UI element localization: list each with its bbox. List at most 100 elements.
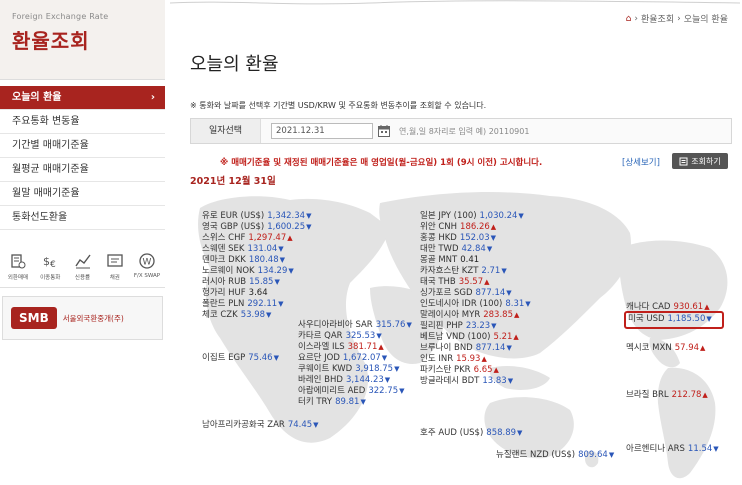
rate-value: 15.85: [249, 277, 274, 287]
down-arrow-icon: ▼: [518, 212, 524, 220]
down-arrow-icon: ▼: [517, 429, 523, 437]
breadcrumb-item[interactable]: 환율조회: [641, 12, 674, 25]
smb-banner[interactable]: SMB 서울외국환중개(주): [2, 296, 163, 340]
rate-thb[interactable]: 태국 THB 35.57▲: [420, 277, 490, 288]
rate-idr[interactable]: 인도네시아 IDR (100) 8.31▼: [420, 299, 531, 310]
rate-bnd[interactable]: 브루나이 BND 877.14▼: [420, 343, 512, 354]
quick-fx-swap[interactable]: W F/X SWAP: [132, 252, 162, 281]
up-arrow-icon: ▲: [513, 311, 520, 319]
rate-eur[interactable]: 유로 EUR (US$) 1,342.34▼: [202, 211, 311, 222]
rate-pkr[interactable]: 파키스탄 PKR 6.65▲: [420, 365, 499, 376]
rate-sek[interactable]: 스웨덴 SEK 131.04▼: [202, 244, 284, 255]
rate-zar[interactable]: 남아프리카공화국 ZAR 74.45▼: [202, 420, 319, 431]
rate-ils[interactable]: 이스라엘 ILS 381.71▲: [298, 342, 384, 353]
rate-value: 325.53: [345, 331, 376, 341]
rate-aed[interactable]: 아랍에미리트 AED 322.75▼: [298, 386, 405, 397]
rate-cnh[interactable]: 위안 CNH 186.26▲: [420, 222, 496, 233]
calendar-icon[interactable]: [377, 124, 391, 138]
rate-value: 1,672.07: [342, 353, 381, 363]
quick-credit-rate[interactable]: 신용률: [68, 252, 98, 281]
rate-value: 283.85: [483, 310, 513, 320]
rate-sgd[interactable]: 싱가포르 SGD 877.14▼: [420, 288, 512, 299]
line-chart-icon: [74, 254, 91, 269]
sidebar-item-label: 월말 매매기준율: [12, 188, 80, 199]
rate-vnd[interactable]: 베트남 VND (100) 5.21▲: [420, 332, 519, 343]
rate-ars[interactable]: 아르헨티나 ARS 11.54▼: [626, 444, 719, 455]
rate-aud[interactable]: 호주 AUD (US$) 858.89▼: [420, 428, 522, 439]
rate-value: 57.94: [674, 343, 700, 353]
rate-value: 1,297.47: [248, 233, 287, 243]
rate-value: 858.89: [486, 428, 517, 438]
rate-bhd[interactable]: 바레인 BHD 3,144.23▼: [298, 375, 390, 386]
rate-huf[interactable]: 헝가리 HUF 3.64: [202, 288, 268, 299]
rate-qar[interactable]: 카타르 QAR 325.53▼: [298, 331, 382, 342]
down-arrow-icon: ▼: [394, 365, 400, 373]
rate-value: 35.57: [458, 277, 484, 287]
rate-mnt[interactable]: 몽골 MNT 0.41: [420, 255, 479, 266]
rate-kwd[interactable]: 쿠웨이트 KWD 3,918.75▼: [298, 364, 399, 375]
rate-gbp[interactable]: 영국 GBP (US$) 1,600.25▼: [202, 222, 312, 233]
svg-text:$: $: [43, 255, 50, 268]
down-arrow-icon: ▼: [525, 300, 531, 308]
rate-rub[interactable]: 러시아 RUB 15.85▼: [202, 277, 280, 288]
rate-pln[interactable]: 폴란드 PLN 292.11▼: [202, 299, 284, 310]
rate-jod[interactable]: 요르단 JOD 1,672.07▼: [298, 353, 387, 364]
rate-dkk[interactable]: 덴마크 DKK 180.48▼: [202, 255, 285, 266]
rate-inr[interactable]: 인도 INR 15.93▲: [420, 354, 487, 365]
detail-link[interactable]: [상세보기]: [622, 156, 660, 168]
sidebar-item-today-rate[interactable]: 오늘의 환율 ›: [0, 86, 165, 110]
down-arrow-icon: ▼: [491, 322, 497, 330]
quick-label: F/X SWAP: [133, 273, 161, 279]
date-input[interactable]: [271, 123, 373, 139]
rate-try[interactable]: 터키 TRY 89.81▼: [298, 397, 366, 408]
down-arrow-icon: ▼: [278, 300, 284, 308]
down-arrow-icon: ▼: [507, 377, 514, 385]
rate-bdt[interactable]: 방글라데시 BDT 13.83▼: [420, 376, 513, 387]
rate-nok[interactable]: 노르웨이 NOK 134.29▼: [202, 266, 294, 277]
sidebar-item-label: 기간별 매매기준율: [12, 140, 89, 151]
sidebar-item-major-currency[interactable]: 주요통화 변동율: [0, 110, 165, 134]
date-search-box: 일자선택 연,월,일 8자리로 입력 예) 20110901: [190, 118, 732, 144]
svg-text:W: W: [143, 258, 152, 268]
notice-text: ※ 매매기준율 및 재정된 매매기준율은 매 영업일(월-금요일) 1회 (9시…: [220, 158, 543, 168]
won-circle-icon: W: [139, 253, 155, 269]
rate-czk[interactable]: 체코 CZK 53.98▼: [202, 310, 271, 321]
rate-jpy[interactable]: 일본 JPY (100) 1,030.24▼: [420, 211, 524, 222]
svg-text:€: €: [50, 260, 56, 270]
home-icon[interactable]: ⌂: [626, 14, 632, 24]
quick-label: 이종통화: [40, 275, 61, 281]
query-button[interactable]: 조회하기: [672, 153, 728, 169]
down-arrow-icon: ▼: [506, 344, 512, 352]
rate-value: 53.98: [240, 310, 266, 320]
sidebar-item-label: 통화선도환율: [12, 212, 68, 223]
rate-value: 1,342.34: [267, 211, 306, 221]
rate-php[interactable]: 필리핀 PHP 23.23▼: [420, 321, 497, 332]
rate-value: 0.41: [460, 255, 480, 265]
rate-value: 315.76: [375, 320, 406, 330]
sidebar-item-forward-rate[interactable]: 통화선도환율: [0, 206, 165, 230]
quick-bond[interactable]: 채권: [100, 252, 130, 281]
down-arrow-icon: ▼: [288, 267, 294, 275]
rate-mxn[interactable]: 멕시코 MXN 57.94▲: [626, 343, 705, 354]
sidebar-item-month-end[interactable]: 월말 매매기준율: [0, 182, 165, 206]
down-arrow-icon: ▼: [376, 332, 382, 340]
quick-fx-trade[interactable]: 외환매매: [3, 252, 33, 281]
sidebar-item-period-rate[interactable]: 기간별 매매기준율: [0, 134, 165, 158]
breadcrumb-sep: ›: [634, 13, 638, 24]
rate-value: 131.04: [247, 244, 278, 254]
down-arrow-icon: ▼: [406, 321, 412, 329]
rate-nzd[interactable]: 뉴질랜드 NZD (US$) 809.64▼: [496, 450, 614, 461]
sidebar-item-monthly-avg[interactable]: 월평균 매매기준율: [0, 158, 165, 182]
rate-sar[interactable]: 사우디아라비아 SAR 315.76▼: [298, 320, 412, 331]
rate-chf[interactable]: 스위스 CHF 1,297.47▲: [202, 233, 293, 244]
rate-egp[interactable]: 이집트 EGP 75.46▼: [202, 353, 279, 364]
rate-kzt[interactable]: 카자흐스탄 KZT 2.71▼: [420, 266, 507, 277]
coin-stack-icon: [11, 254, 26, 269]
sidebar-title: 환율조회: [12, 29, 90, 53]
rate-value: 8.31: [505, 299, 525, 309]
quick-cross-currency[interactable]: $ € 이종통화: [35, 252, 65, 281]
rate-twd[interactable]: 대만 TWD 42.84▼: [420, 244, 492, 255]
rate-hkd[interactable]: 홍콩 HKD 152.03▼: [420, 233, 496, 244]
rate-brl[interactable]: 브라질 BRL 212.78▲: [626, 390, 708, 401]
rate-myr[interactable]: 말레이시아 MYR 283.85▲: [420, 310, 519, 321]
